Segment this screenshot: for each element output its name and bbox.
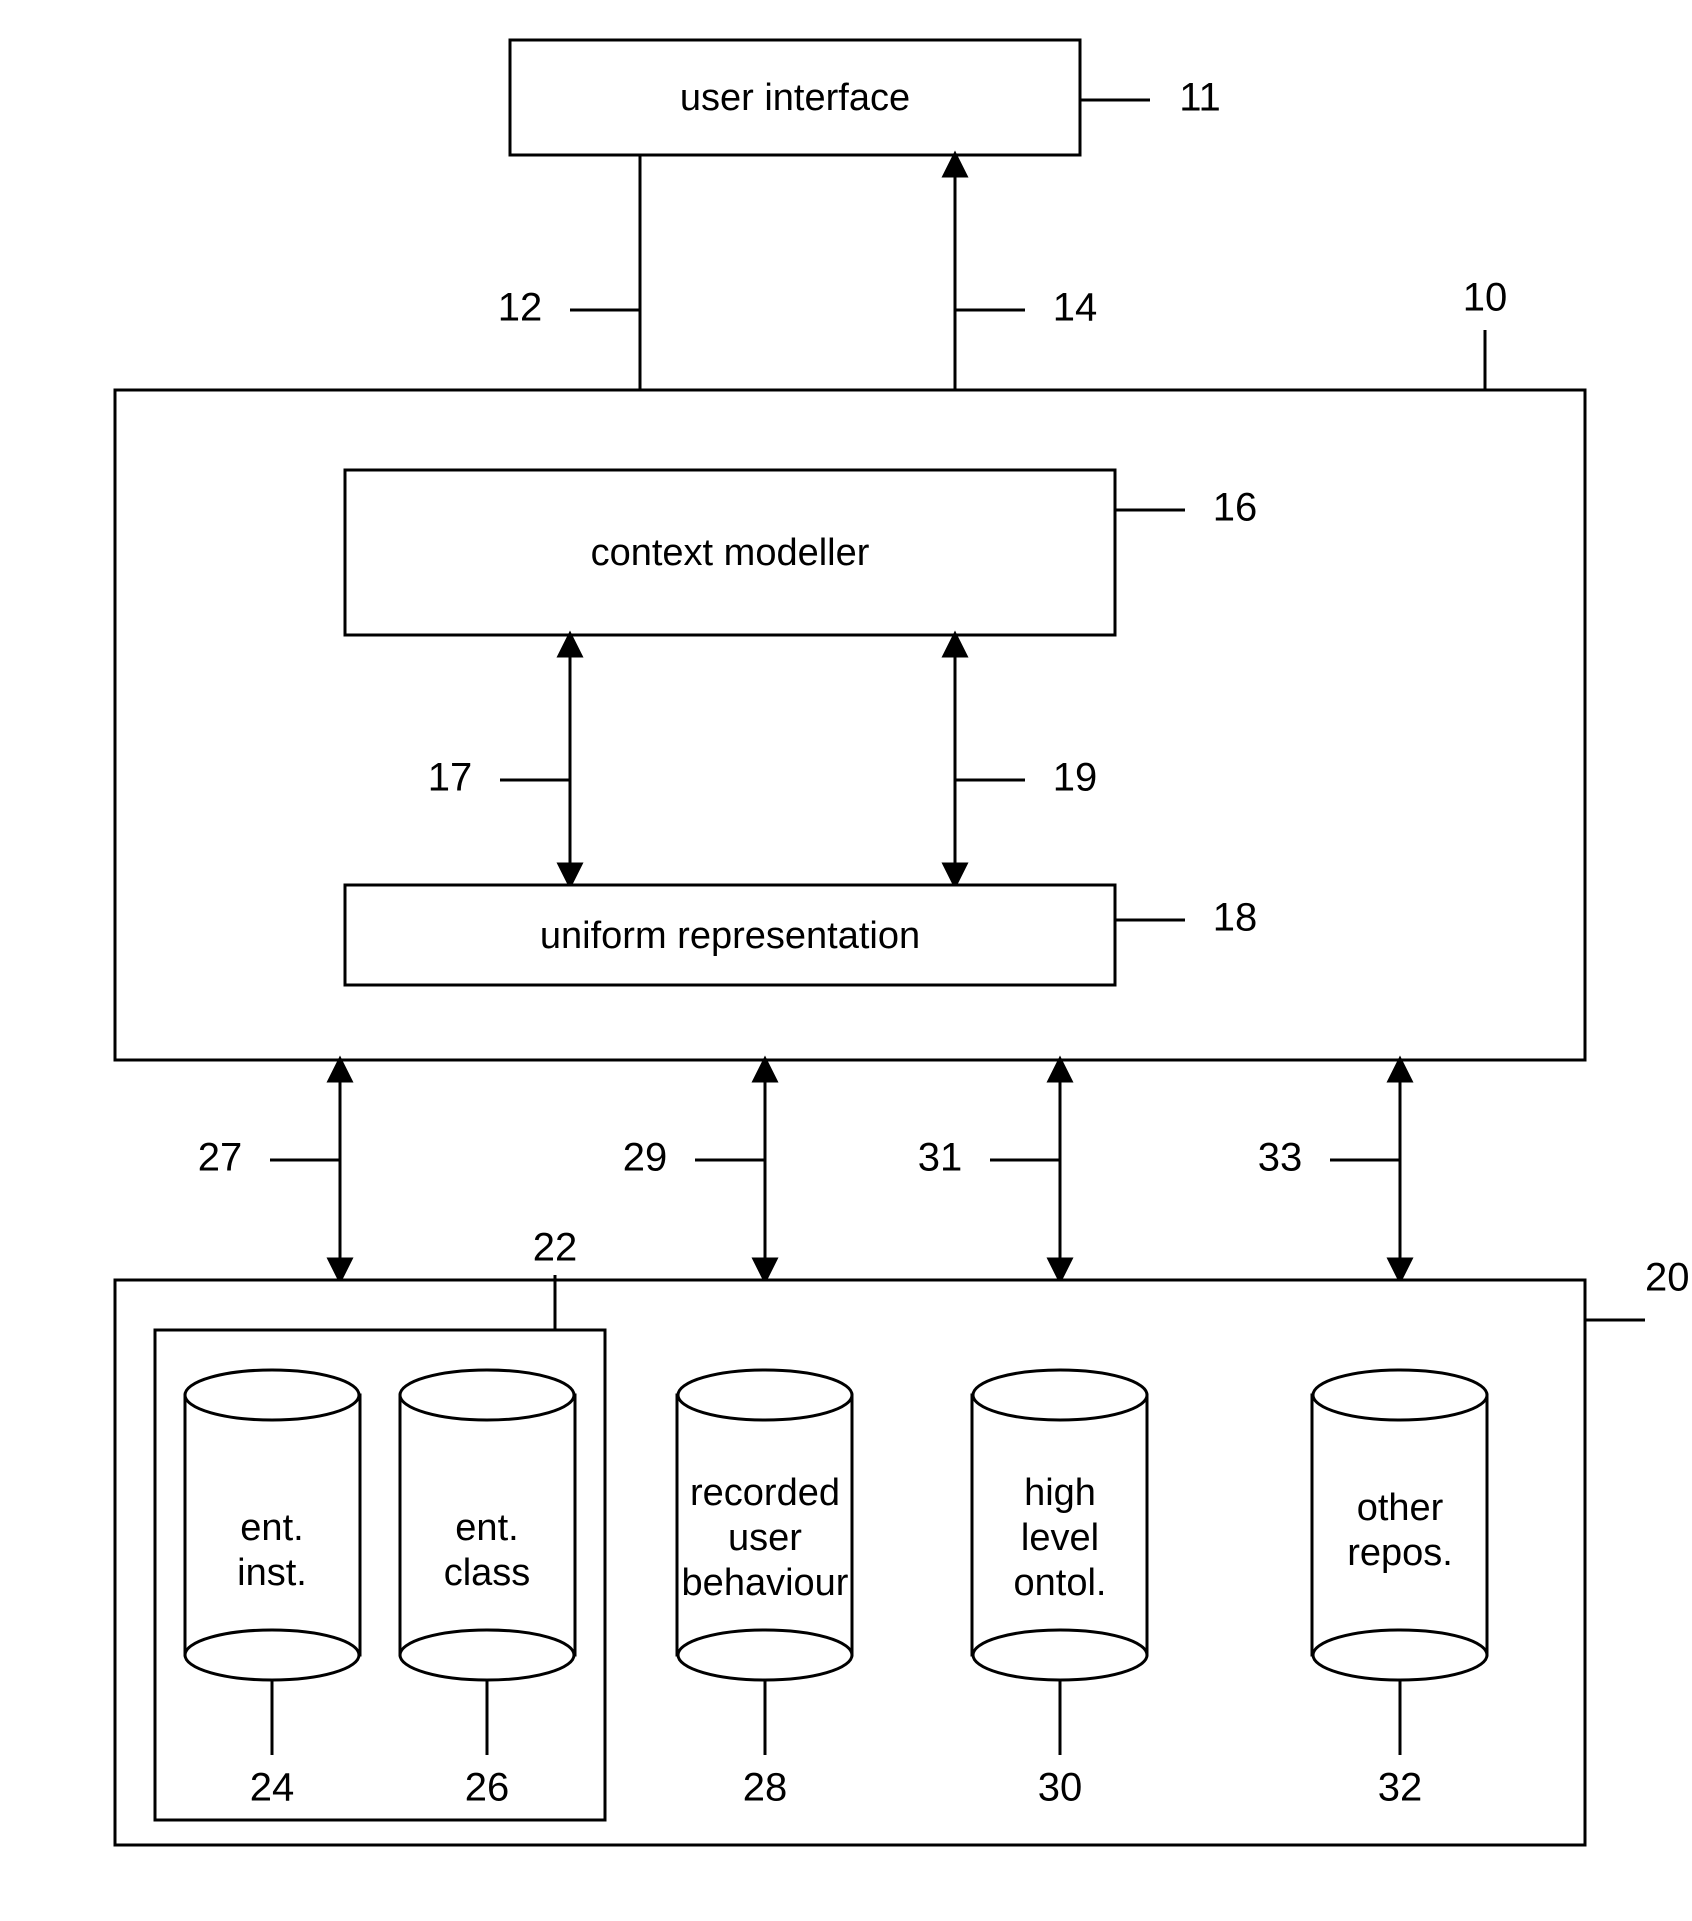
ent-inst-label-2: inst. (237, 1552, 307, 1594)
ent-inst-label-1: ent. (240, 1507, 303, 1549)
ent-class-label-2: class (444, 1552, 531, 1594)
num-29: 29 (623, 1136, 668, 1180)
cylinder-other-repos: other repos. (1312, 1370, 1487, 1680)
cylinder-ent-inst: ent. inst. (185, 1370, 360, 1680)
architecture-diagram: user interface 11 12 14 10 context model… (0, 0, 1692, 1921)
recorded-label-3: behaviour (682, 1562, 849, 1604)
high-level-label-3: ontol. (1014, 1562, 1107, 1604)
num-14: 14 (1053, 286, 1098, 330)
recorded-label-1: recorded (690, 1472, 840, 1514)
num-33: 33 (1258, 1136, 1303, 1180)
num-17: 17 (428, 756, 473, 800)
high-level-label-2: level (1021, 1517, 1099, 1559)
recorded-label-2: user (728, 1517, 802, 1559)
num-32: 32 (1378, 1766, 1423, 1810)
num-31: 31 (918, 1136, 963, 1180)
num-24: 24 (250, 1766, 295, 1810)
context-modeller-label: context modeller (591, 532, 870, 574)
other-repos-label-1: other (1357, 1487, 1444, 1529)
num-20: 20 (1645, 1256, 1690, 1300)
user-interface-label: user interface (680, 77, 910, 119)
other-repos-label-2: repos. (1347, 1532, 1453, 1574)
num-30: 30 (1038, 1766, 1083, 1810)
num-10: 10 (1463, 276, 1508, 320)
cylinder-ent-class: ent. class (400, 1370, 575, 1680)
cylinder-high-level: high level ontol. (972, 1370, 1147, 1680)
num-11: 11 (1179, 76, 1221, 120)
num-28: 28 (743, 1766, 788, 1810)
uniform-representation-label: uniform representation (540, 915, 920, 957)
high-level-label-1: high (1024, 1472, 1096, 1514)
cylinder-recorded-user: recorded user behaviour (677, 1370, 852, 1680)
num-22: 22 (533, 1226, 578, 1270)
num-19: 19 (1053, 756, 1098, 800)
num-16: 16 (1213, 486, 1258, 530)
num-27: 27 (198, 1136, 243, 1180)
num-18: 18 (1213, 896, 1258, 940)
num-26: 26 (465, 1766, 510, 1810)
ent-class-label-1: ent. (455, 1507, 518, 1549)
num-12: 12 (498, 286, 543, 330)
